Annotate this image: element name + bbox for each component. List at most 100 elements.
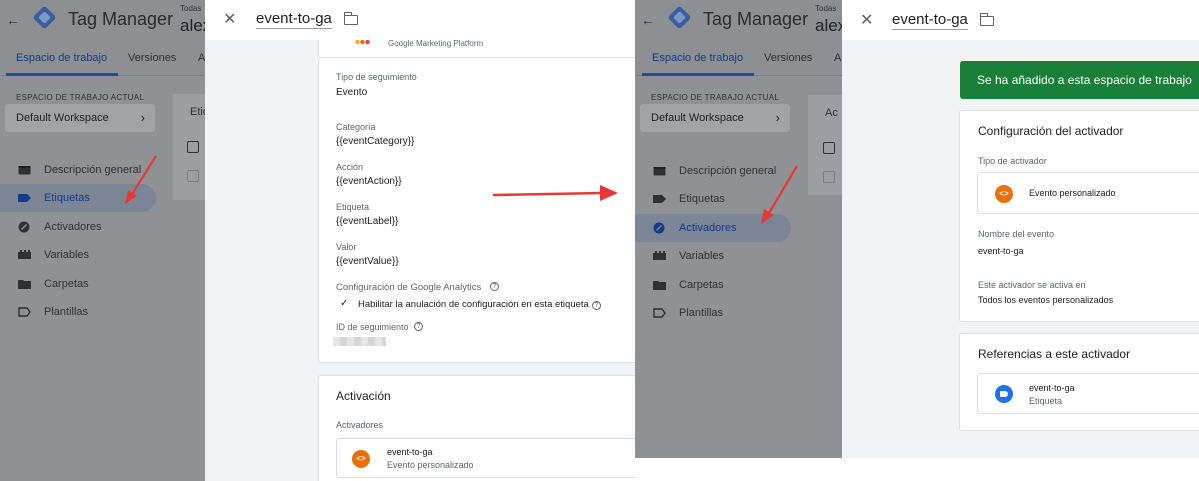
trigger-editor-sheet: ✕ event-to-ga Se ha añadido a esta espac… — [842, 0, 1199, 458]
close-icon[interactable]: ✕ — [860, 10, 873, 30]
gtm-shell-right: ← Tag Manager Todas alex Espacio de trab… — [635, 0, 842, 458]
workspace-label: ESPACIO DE TRABAJO ACTUAL — [651, 93, 780, 102]
event-name-label: Nombre del evento — [978, 229, 1055, 239]
sidebar-item-label: Carpetas — [679, 279, 724, 291]
gtm-shell-left: ← Tag Manager Todas alex Espacio de trab… — [0, 0, 205, 481]
sidebar-item-label: Etiquetas — [679, 193, 725, 205]
workspace-selector[interactable]: Default Workspace › — [5, 104, 155, 132]
tag-editor-bottom-strip — [635, 458, 953, 481]
fires-on-label: Este activador se activa en — [978, 280, 1086, 290]
trigger-references-card: Referencias a este activador event-to-ga… — [959, 333, 1199, 431]
fires-on-value[interactable]: Todos los eventos personalizados — [978, 295, 1113, 305]
row-checkbox[interactable] — [187, 170, 199, 182]
close-icon[interactable]: ✕ — [223, 9, 236, 29]
tag-icon — [18, 193, 31, 203]
trigger-icon — [18, 221, 30, 233]
tab-workspace[interactable]: Espacio de trabajo — [16, 52, 107, 64]
workspace-selector[interactable]: Default Workspace › — [640, 104, 790, 132]
sidebar-item-variables[interactable]: Variables — [0, 241, 156, 269]
triggers-label: Activadores — [336, 420, 384, 430]
sidebar-item-triggers[interactable]: Activadores — [0, 213, 156, 241]
row-checkbox[interactable] — [823, 171, 835, 183]
workspace-name: Default Workspace — [651, 112, 744, 124]
event-label-value[interactable]: {{eventLabel}} — [336, 216, 398, 227]
chevron-right-icon: › — [140, 110, 145, 125]
back-arrow-icon[interactable]: ← — [6, 12, 20, 28]
trigger-type-row[interactable]: <> Evento personalizado — [977, 172, 1199, 214]
tag-editor-header: ✕ event-to-ga — [205, 0, 635, 40]
category-label: Categoría — [336, 122, 376, 132]
sidebar-item-templates[interactable]: Plantillas — [635, 299, 791, 327]
reference-name: event-to-ga — [1029, 383, 1075, 393]
sidebar-item-templates[interactable]: Plantillas — [0, 298, 156, 326]
trigger-row[interactable]: <> event-to-ga Evento personalizado — [336, 438, 635, 478]
tags-panel-peek: Etiq — [173, 94, 205, 200]
back-arrow-icon[interactable]: ← — [641, 12, 655, 28]
tab-admin[interactable]: A — [198, 52, 205, 64]
override-checkbox-label: Habilitar la anulación de configuración … — [358, 299, 589, 310]
workspace-name: Default Workspace — [16, 112, 109, 124]
sidebar-item-label: Etiquetas — [44, 192, 90, 204]
action-label: Acción — [336, 162, 364, 172]
tab-admin[interactable]: A — [834, 52, 841, 64]
sidebar-item-label: Variables — [44, 249, 90, 261]
sidebar-item-folders[interactable]: Carpetas — [635, 271, 791, 299]
event-name-value[interactable]: event-to-ga — [978, 246, 1024, 256]
sidebar-item-folders[interactable]: Carpetas — [0, 270, 156, 298]
account-name[interactable]: alex — [815, 16, 842, 36]
tab-workspace[interactable]: Espacio de trabajo — [652, 52, 743, 64]
help-icon[interactable]: ? — [592, 301, 601, 310]
activation-card: Activación Activadores <> event-to-ga Ev… — [318, 375, 635, 481]
tab-versions[interactable]: Versiones — [764, 52, 812, 64]
tracking-type-label: Tipo de seguimiento — [336, 72, 417, 82]
tag-manager-logo-icon — [32, 5, 57, 30]
overview-icon — [653, 166, 666, 176]
tag-reference-icon — [995, 385, 1013, 403]
trigger-config-card: Configuración del activador Tipo de acti… — [959, 110, 1199, 322]
sidebar-item-label: Activadores — [44, 221, 102, 233]
panel-title-peek: Ac — [825, 107, 838, 119]
trigger-icon — [653, 222, 665, 234]
template-icon — [18, 307, 31, 317]
sidebar-item-label: Variables — [679, 250, 725, 262]
trigger-type: Evento personalizado — [387, 460, 474, 470]
tracking-type-value[interactable]: Evento — [336, 87, 367, 98]
trigger-editor-header: ✕ event-to-ga — [842, 0, 1199, 40]
check-icon[interactable]: ✓ — [340, 298, 348, 309]
success-toast: Se ha añadido a esta espacio de trabajo — [960, 61, 1199, 99]
reference-row[interactable]: event-to-ga Etiqueta — [977, 373, 1199, 414]
references-title: Referencias a este activador — [978, 347, 1131, 361]
value-value[interactable]: {{eventValue}} — [336, 256, 399, 267]
tracking-id-redacted — [333, 337, 386, 346]
folder-icon — [653, 280, 666, 290]
sidebar-item-label: Plantillas — [679, 307, 724, 319]
help-icon[interactable]: ? — [414, 322, 423, 331]
tab-versions[interactable]: Versiones — [128, 52, 176, 64]
trigger-name-input[interactable]: event-to-ga — [892, 11, 968, 30]
trigger-type-value: Evento personalizado — [1029, 188, 1116, 198]
sidebar-item-variables[interactable]: Variables — [635, 242, 791, 270]
folder-icon[interactable] — [343, 12, 358, 25]
product-title: Tag Manager — [68, 9, 174, 29]
select-all-checkbox[interactable] — [823, 142, 835, 154]
help-icon[interactable]: ? — [490, 282, 499, 291]
category-value[interactable]: {{eventCategory}} — [336, 136, 414, 147]
select-all-checkbox[interactable] — [187, 141, 199, 153]
account-label: Todas — [180, 4, 202, 13]
folder-icon[interactable] — [979, 13, 994, 26]
action-value[interactable]: {{eventAction}} — [336, 176, 402, 187]
custom-event-icon: <> — [995, 185, 1013, 203]
toast-message: Se ha añadido a esta espacio de trabajo — [977, 73, 1192, 87]
trigger-config-title: Configuración del activador — [978, 124, 1124, 138]
account-name[interactable]: alex — [180, 16, 205, 36]
trigger-type-label: Tipo de activador — [978, 156, 1047, 166]
tag-manager-logo-icon — [667, 5, 692, 30]
triggers-panel-peek: Ac — [808, 95, 842, 195]
trigger-name: event-to-ga — [387, 447, 433, 457]
red-arrow-icon — [761, 165, 798, 224]
tag-name-input[interactable]: event-to-ga — [256, 10, 332, 29]
value-label: Valor — [336, 242, 357, 252]
reference-type: Etiqueta — [1029, 396, 1063, 406]
tag-config-card: Tipo de seguimiento Evento Categoría {{e… — [318, 58, 635, 363]
chevron-right-icon: › — [775, 110, 780, 125]
